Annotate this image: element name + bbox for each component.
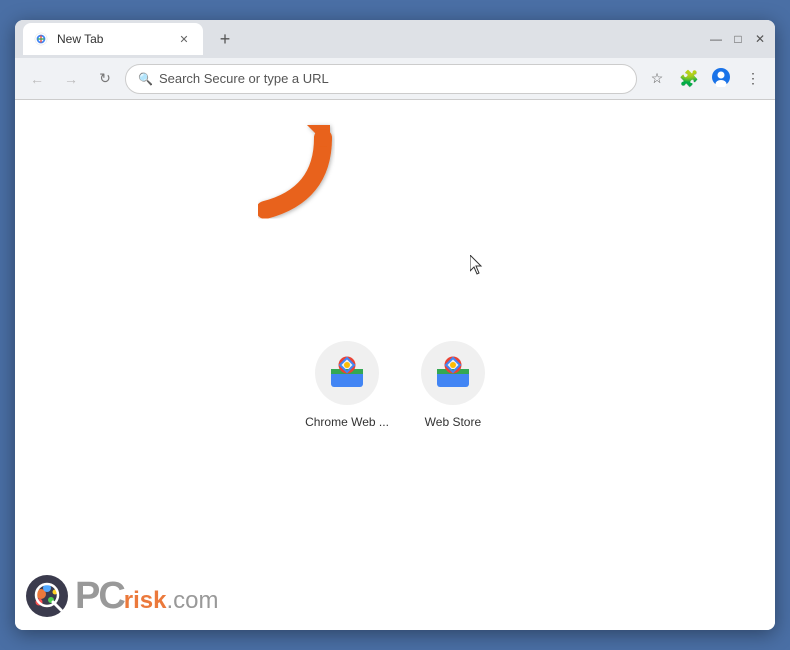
pcrisk-logo-icon	[25, 574, 69, 618]
address-text: Search Secure or type a URL	[159, 71, 329, 86]
menu-button[interactable]: ⋮	[739, 65, 767, 93]
reload-button[interactable]: ↻	[91, 65, 119, 93]
shortcut-web-store[interactable]: Web Store	[421, 341, 485, 429]
browser-window: New Tab ✕ + — □ ✕ ← → ↻ 🔍 Search Secure …	[15, 20, 775, 630]
window-controls: — □ ✕	[709, 32, 767, 46]
back-button[interactable]: ←	[23, 65, 51, 93]
toolbar-actions: ☆ 🧩 ⋮	[643, 65, 767, 93]
close-button[interactable]: ✕	[753, 32, 767, 46]
browser-tab[interactable]: New Tab ✕	[23, 23, 203, 55]
risk-text: risk	[124, 587, 167, 615]
forward-button[interactable]: →	[57, 65, 85, 93]
shortcut-icon-chrome-web	[315, 341, 379, 405]
dotcom-text: .com	[167, 587, 219, 615]
tab-favicon	[33, 31, 49, 47]
content-area: Chrome Web ... Web Store	[15, 100, 775, 630]
title-bar: New Tab ✕ + — □ ✕	[15, 20, 775, 58]
puzzle-icon: 🧩	[679, 69, 699, 89]
shortcut-chrome-web[interactable]: Chrome Web ...	[305, 341, 389, 429]
shortcut-icon-web-store	[421, 341, 485, 405]
shortcuts-grid: Chrome Web ... Web Store	[305, 341, 485, 429]
menu-dots-icon: ⋮	[746, 70, 760, 87]
arrow-annotation	[235, 120, 335, 235]
pcrisk-watermark: PC risk .com	[25, 574, 219, 618]
minimize-button[interactable]: —	[709, 32, 723, 46]
address-bar[interactable]: 🔍 Search Secure or type a URL	[125, 64, 637, 94]
mouse-cursor	[470, 255, 486, 275]
shortcut-label-web-store: Web Store	[425, 415, 481, 429]
tab-title: New Tab	[57, 32, 167, 46]
pc-text: PC	[75, 575, 124, 618]
new-tab-button[interactable]: +	[211, 25, 239, 53]
toolbar: ← → ↻ 🔍 Search Secure or type a URL ☆ 🧩	[15, 58, 775, 100]
profile-icon	[711, 67, 731, 90]
maximize-button[interactable]: □	[731, 32, 745, 46]
bookmark-icon: ☆	[651, 70, 664, 87]
shortcut-label-chrome-web: Chrome Web ...	[305, 415, 389, 429]
profile-button[interactable]	[707, 65, 735, 93]
tab-close-button[interactable]: ✕	[175, 30, 193, 48]
search-icon: 🔍	[138, 72, 153, 86]
pcrisk-text: PC risk .com	[75, 575, 219, 618]
bookmark-button[interactable]: ☆	[643, 65, 671, 93]
extensions-button[interactable]: 🧩	[675, 65, 703, 93]
